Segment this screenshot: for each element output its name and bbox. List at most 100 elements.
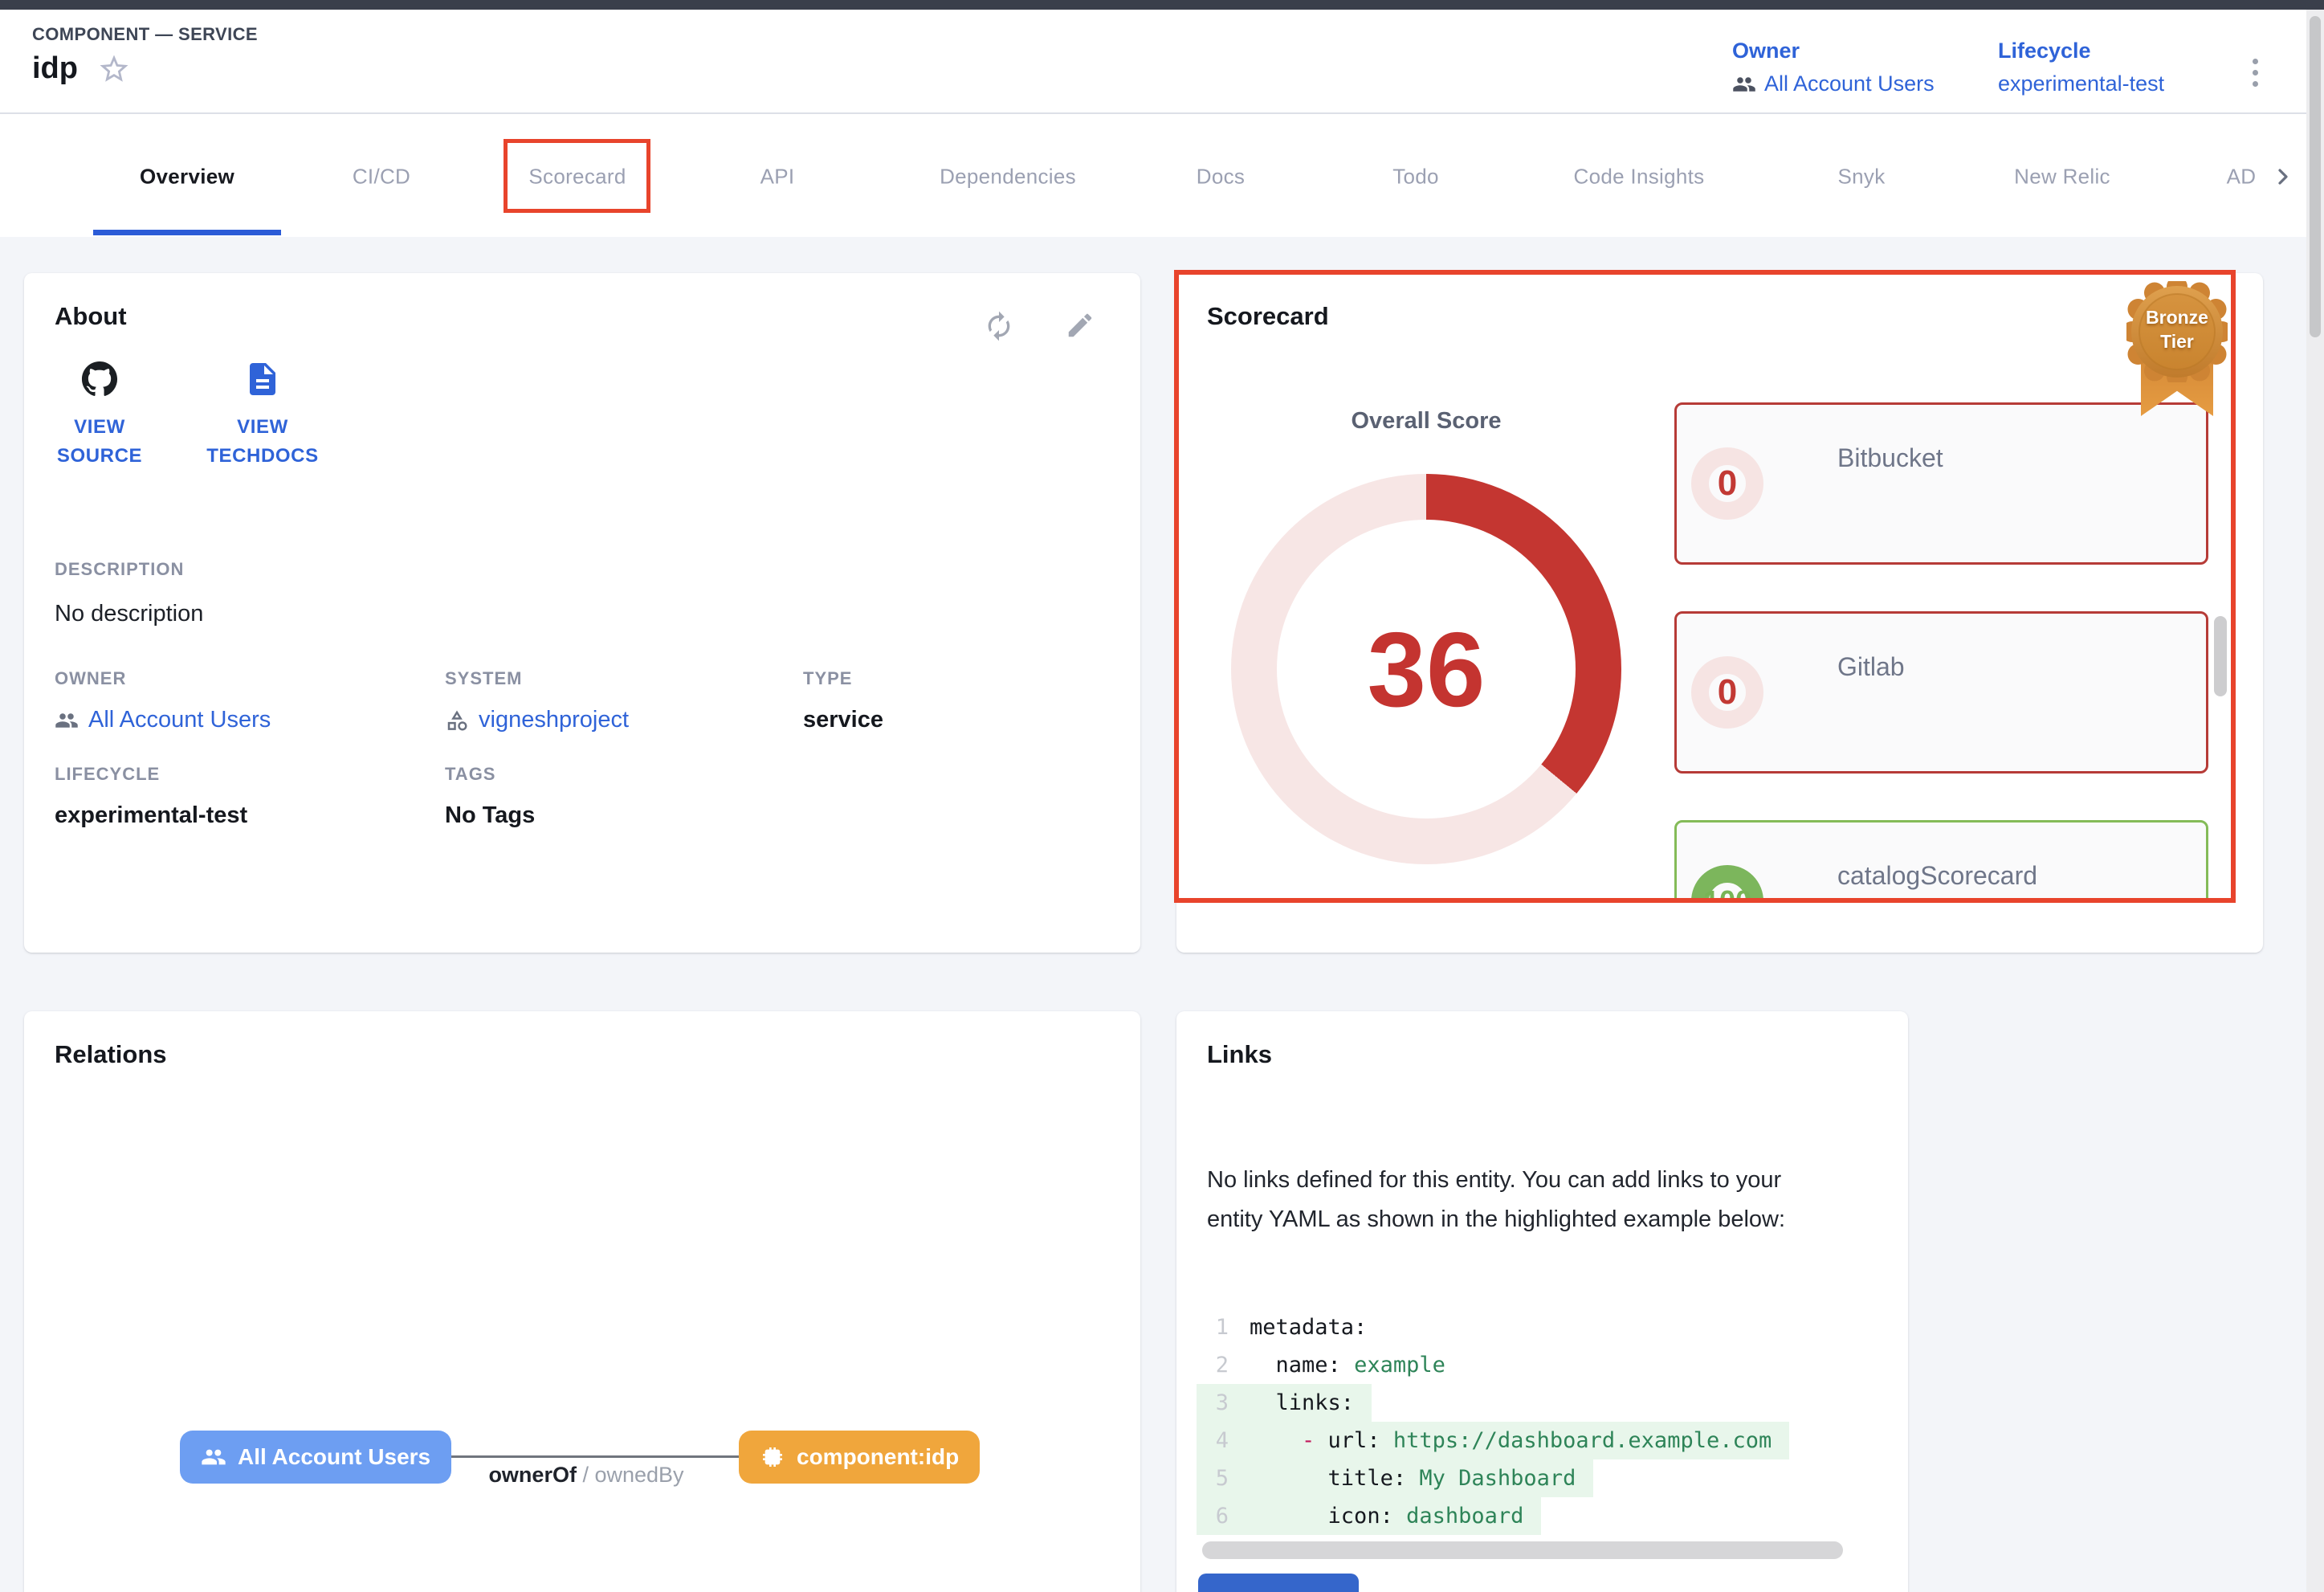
document-icon [243, 357, 282, 402]
favorite-star-icon[interactable] [97, 52, 131, 86]
tab-cicd[interactable]: CI/CD [353, 164, 410, 189]
owner-entity-link[interactable]: All Account Users [88, 707, 271, 733]
edge-to: ownedBy [594, 1463, 683, 1487]
links-card: Links No links defined for this entity. … [1176, 1011, 1908, 1592]
people-icon [55, 708, 79, 733]
scorecard-card: Scorecard Bronze Tier Overall Score [1176, 273, 2263, 953]
tab-overview[interactable]: Overview [140, 164, 234, 189]
yaml-code-block: 1metadata: 2 name: example 3 links: 4 - … [1197, 1308, 1886, 1535]
tab-ad-truncated[interactable]: AD [2227, 164, 2257, 189]
code-line: 4 - url: https://dashboard.example.com [1197, 1422, 1886, 1459]
about-card: About VIEW SOURCE VIEW TECHDOCS DESCRIPT… [24, 273, 1140, 953]
tab-snyk[interactable]: Snyk [1837, 164, 1885, 189]
component-chip-icon [760, 1444, 785, 1470]
relations-title: Relations [55, 1040, 167, 1069]
type-field: TYPE service [803, 668, 1110, 733]
relation-edge-label: ownerOf / ownedBy [426, 1463, 747, 1488]
people-icon [1732, 72, 1756, 96]
tab-scorecard[interactable]: Scorecard [528, 164, 626, 189]
view-techdocs-button[interactable]: VIEW TECHDOCS [190, 357, 336, 471]
score-value: 100 [1703, 884, 1751, 901]
bronze-tier-badge: Bronze Tier [2126, 281, 2228, 419]
tab-todo[interactable]: Todo [1392, 164, 1439, 189]
score-name: Bitbucket [1837, 443, 1943, 473]
type-value: service [803, 707, 1110, 733]
owner-value: All Account Users [1764, 71, 1935, 96]
entity-tabs: Overview CI/CD Scorecard API Dependencie… [0, 116, 2324, 237]
overview-content: About VIEW SOURCE VIEW TECHDOCS DESCRIPT… [0, 237, 2324, 1592]
system-category-icon [445, 708, 469, 733]
description-label: DESCRIPTION [55, 559, 203, 580]
system-entity-link[interactable]: vigneshproject [479, 707, 629, 733]
score-value: 0 [1718, 463, 1737, 504]
header-owner-block: Owner All Account Users [1732, 39, 1935, 96]
relation-target-chip[interactable]: component:idp [739, 1431, 980, 1484]
tab-docs[interactable]: Docs [1197, 164, 1245, 189]
system-field: SYSTEM vigneshproject [445, 668, 803, 733]
window-top-bar [0, 0, 2324, 10]
lifecycle-label: Lifecycle [1998, 39, 2164, 63]
description-value: No description [55, 601, 203, 627]
badge-text-line2: Tier [2126, 329, 2228, 353]
code-line: 6 icon: dashboard [1197, 1497, 1886, 1535]
view-source-button[interactable]: VIEW SOURCE [55, 357, 145, 471]
code-line: 5 title: My Dashboard [1197, 1459, 1886, 1497]
score-ring: 0 [1691, 656, 1763, 729]
entity-header: COMPONENT — SERVICE idp Owner All Accoun… [0, 10, 2324, 114]
owner-field: OWNER All Account Users [55, 668, 445, 733]
add-link-button[interactable] [1198, 1574, 1359, 1592]
tab-new-relic[interactable]: New Relic [2014, 164, 2110, 189]
relation-target-label: component:idp [797, 1444, 959, 1470]
page-scrollbar[interactable] [2306, 10, 2324, 1592]
scorecard-list: 0 Bitbucket 0 Gitlab 100 catalogScorecar… [1674, 386, 2236, 901]
score-ring: 100 [1691, 865, 1763, 901]
kebab-menu-button[interactable] [2240, 47, 2269, 98]
tab-code-insights[interactable]: Code Insights [1574, 164, 1705, 189]
relation-source-chip[interactable]: All Account Users [180, 1431, 451, 1484]
edge-separator: / [577, 1463, 595, 1487]
scorecard-list-scrollbar[interactable] [2214, 616, 2227, 696]
code-line: 3 links: [1197, 1384, 1886, 1422]
tab-dependencies[interactable]: Dependencies [940, 164, 1076, 189]
relation-source-label: All Account Users [238, 1444, 430, 1470]
overall-gauge-value: 36 [1231, 474, 1621, 864]
score-box-bitbucket[interactable]: 0 Bitbucket [1674, 402, 2208, 565]
page-scrollbar-thumb[interactable] [2310, 16, 2321, 337]
overall-score-label: Overall Score [1231, 408, 1621, 435]
relations-card: Relations All Account Users component:id… [24, 1011, 1140, 1592]
links-empty-text: No links defined for this entity. You ca… [1207, 1161, 1833, 1239]
refresh-icon[interactable] [983, 310, 1015, 342]
links-title: Links [1207, 1040, 1272, 1069]
code-horizontal-scrollbar[interactable] [1202, 1541, 1843, 1559]
view-source-label: VIEW SOURCE [55, 413, 145, 471]
owner-link[interactable]: All Account Users [1732, 71, 1935, 96]
page-title: idp [32, 51, 78, 86]
score-ring: 0 [1691, 447, 1763, 520]
score-name: Gitlab [1837, 652, 1905, 682]
breadcrumb: COMPONENT — SERVICE [32, 24, 258, 45]
score-box-catalog-scorecard[interactable]: 100 catalogScorecard [1674, 820, 2208, 901]
overall-score-gauge: 36 [1231, 474, 1621, 864]
edit-pencil-icon[interactable] [1065, 310, 1095, 342]
tabs-overflow-chevron-right-icon[interactable] [2270, 164, 2296, 190]
about-title: About [55, 302, 127, 331]
github-icon [81, 357, 118, 402]
owner-label: Owner [1732, 39, 1935, 63]
lifecycle-value: experimental-test [55, 802, 445, 829]
tab-api[interactable]: API [760, 164, 795, 189]
lifecycle-field: LIFECYCLE experimental-test [55, 764, 445, 829]
lifecycle-value: experimental-test [1998, 71, 2164, 96]
code-line: 1metadata: [1197, 1308, 1886, 1346]
code-line: 2 name: example [1197, 1346, 1886, 1384]
active-tab-underline [93, 230, 281, 235]
relation-edge-line [426, 1455, 747, 1458]
score-box-gitlab[interactable]: 0 Gitlab [1674, 611, 2208, 774]
score-value: 0 [1718, 672, 1737, 712]
edge-from: ownerOf [488, 1463, 577, 1487]
tags-value: No Tags [445, 802, 803, 829]
scorecard-title: Scorecard [1207, 302, 1329, 331]
tags-field: TAGS No Tags [445, 764, 803, 829]
header-lifecycle-block: Lifecycle experimental-test [1998, 39, 2164, 96]
people-icon [201, 1444, 226, 1470]
score-name: catalogScorecard [1837, 861, 2037, 891]
